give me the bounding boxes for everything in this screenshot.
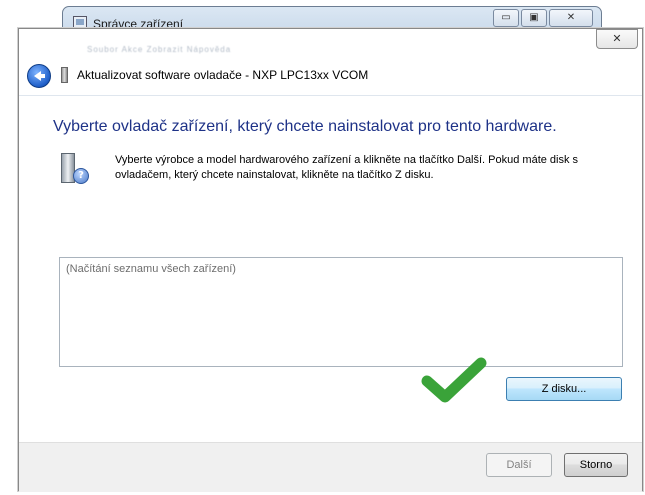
dialog-title: Aktualizovat software ovladače - NXP LPC… [77,68,369,82]
checkmark-icon [421,357,487,403]
list-loading-text: (Načítání seznamu všech zařízení) [66,263,236,275]
blurred-menu-bar: Soubor Akce Zobrazit Nápověda [87,45,232,54]
hardware-question-icon: ? [59,153,89,185]
maximize-button[interactable]: ▣ [521,9,547,27]
header-separator [19,95,642,96]
question-mark-icon: ? [73,168,89,184]
background-close-button[interactable]: ✕ [549,9,593,27]
device-list[interactable]: (Načítání seznamu všech zařízení) [59,257,623,367]
dialog-close-button[interactable]: ✕ [596,29,638,49]
update-driver-dialog: Soubor Akce Zobrazit Nápověda ✕ Aktualiz… [18,28,643,492]
background-window-controls: ▭ ▣ ✕ [493,9,593,27]
minimize-button[interactable]: ▭ [493,9,519,27]
dialog-header: Soubor Akce Zobrazit Nápověda ✕ Aktualiz… [19,29,642,95]
back-arrow-icon[interactable] [27,64,51,88]
next-button[interactable]: Další [486,453,552,477]
instruction-text: Vyberte výrobce a model hardwarového zař… [115,154,579,181]
page-heading: Vyberte ovladač zařízení, který chcete n… [53,118,557,135]
device-icon [61,67,68,83]
cancel-button[interactable]: Storno [564,453,628,477]
have-disk-button[interactable]: Z disku... [506,377,622,401]
